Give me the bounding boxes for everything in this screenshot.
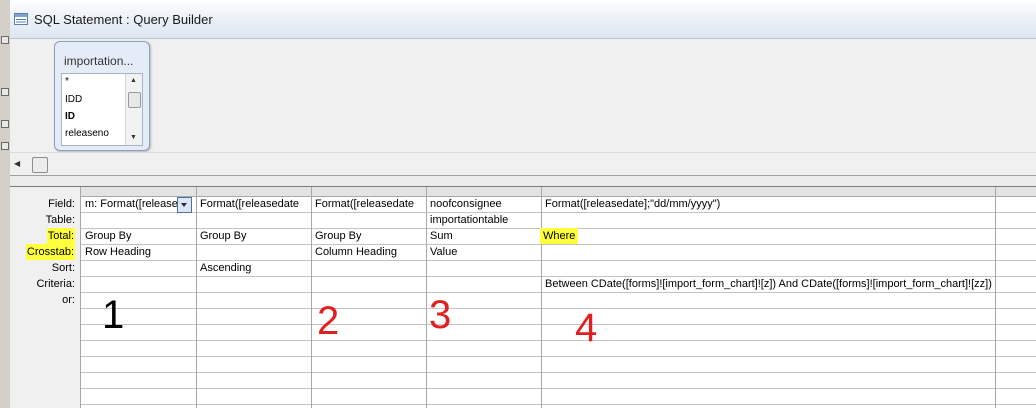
- grid-line: [80, 404, 1036, 405]
- grid-line: [80, 356, 1036, 357]
- column-divider[interactable]: [311, 187, 312, 408]
- annotation-3: 3: [429, 293, 452, 337]
- field-item[interactable]: releaseno: [65, 128, 109, 139]
- column-divider[interactable]: [426, 187, 427, 408]
- annotation-4: 4: [575, 306, 598, 350]
- row-label-sort: Sort:: [51, 262, 75, 274]
- title-bar[interactable]: SQL Statement : Query Builder: [10, 0, 1036, 39]
- field-list[interactable]: * IDD ID releaseno ▲ ▼: [61, 73, 143, 146]
- column-divider[interactable]: [541, 187, 542, 408]
- query-icon: [14, 13, 28, 25]
- cell-total-5[interactable]: Where: [540, 228, 579, 244]
- scroll-up-icon[interactable]: ▲: [130, 77, 137, 84]
- field-dropdown-icon[interactable]: [177, 197, 192, 213]
- horizontal-scroll-thumb[interactable]: [32, 157, 48, 173]
- grid-line: [80, 244, 1036, 245]
- strip-marker: [1, 88, 9, 96]
- annotation-2: 2: [317, 299, 340, 343]
- field-list-scrollbar[interactable]: ▲ ▼: [125, 74, 142, 145]
- cell-total-1[interactable]: Group By: [85, 228, 193, 244]
- design-grid: Field: Table: Total: Crosstab: Sort: Cri…: [10, 187, 1036, 408]
- cell-crosstab-4[interactable]: Value: [430, 244, 538, 260]
- column-divider[interactable]: [196, 187, 197, 408]
- field-item[interactable]: *: [65, 76, 69, 87]
- window-title: SQL Statement : Query Builder: [34, 12, 213, 27]
- grid-line: [80, 340, 1036, 341]
- table-pane-horizontal-scrollbar[interactable]: ◀: [10, 152, 1036, 175]
- grid-line: [80, 372, 1036, 373]
- cell-total-3[interactable]: Group By: [315, 228, 423, 244]
- grid-line: [80, 292, 1036, 293]
- query-builder-window: SQL Statement : Query Builder importatio…: [10, 0, 1036, 408]
- table-pane[interactable]: importation... * IDD ID releaseno ▲ ▼: [10, 39, 1036, 152]
- row-label-crosstab: Crosstab:: [25, 244, 75, 260]
- row-label-field: Field:: [48, 198, 75, 210]
- row-label-table: Table:: [45, 214, 75, 226]
- grid-line: [80, 212, 1036, 213]
- column-divider: [80, 187, 81, 408]
- cell-crosstab-1[interactable]: Row Heading: [85, 244, 193, 260]
- field-item[interactable]: IDD: [65, 94, 82, 105]
- cell-crosstab-3[interactable]: Column Heading: [315, 244, 423, 260]
- table-field-list[interactable]: importation... * IDD ID releaseno ▲ ▼: [54, 41, 150, 151]
- row-label-total: Total:: [46, 228, 75, 244]
- cell-sort-2[interactable]: Ascending: [200, 260, 308, 276]
- cell-field-3[interactable]: Format([releasedate: [315, 196, 423, 212]
- strip-marker: [1, 142, 9, 150]
- row-label-criteria: Criteria:: [36, 278, 75, 290]
- cell-total-2[interactable]: Group By: [200, 228, 308, 244]
- grid-line: [80, 324, 1036, 325]
- strip-marker: [1, 120, 9, 128]
- cell-field-5[interactable]: Format([releasedate];"dd/mm/yyyy"): [545, 196, 991, 212]
- row-labels: Field: Table: Total: Crosstab: Sort: Cri…: [10, 187, 80, 408]
- cell-total-4[interactable]: Sum: [430, 228, 538, 244]
- cell-criteria-5[interactable]: Between CDate([forms]![import_form_chart…: [545, 276, 993, 292]
- table-name[interactable]: importation...: [64, 54, 133, 68]
- field-item-key[interactable]: ID: [65, 111, 75, 122]
- annotation-1: 1: [102, 293, 125, 337]
- strip-marker: [1, 36, 9, 44]
- scroll-down-icon[interactable]: ▼: [130, 134, 137, 141]
- cell-field-1[interactable]: m: Format([releasedate];: [85, 196, 177, 212]
- scroll-left-icon[interactable]: ◀: [14, 159, 20, 168]
- scroll-thumb[interactable]: [128, 92, 141, 108]
- cell-table-4[interactable]: importationtable: [430, 212, 538, 228]
- grid-line: [80, 308, 1036, 309]
- cell-field-4[interactable]: noofconsignee: [430, 196, 538, 212]
- row-label-or: or:: [62, 294, 75, 306]
- column-divider[interactable]: [995, 187, 996, 408]
- cell-field-2[interactable]: Format([releasedate: [200, 196, 308, 212]
- grid-line: [80, 388, 1036, 389]
